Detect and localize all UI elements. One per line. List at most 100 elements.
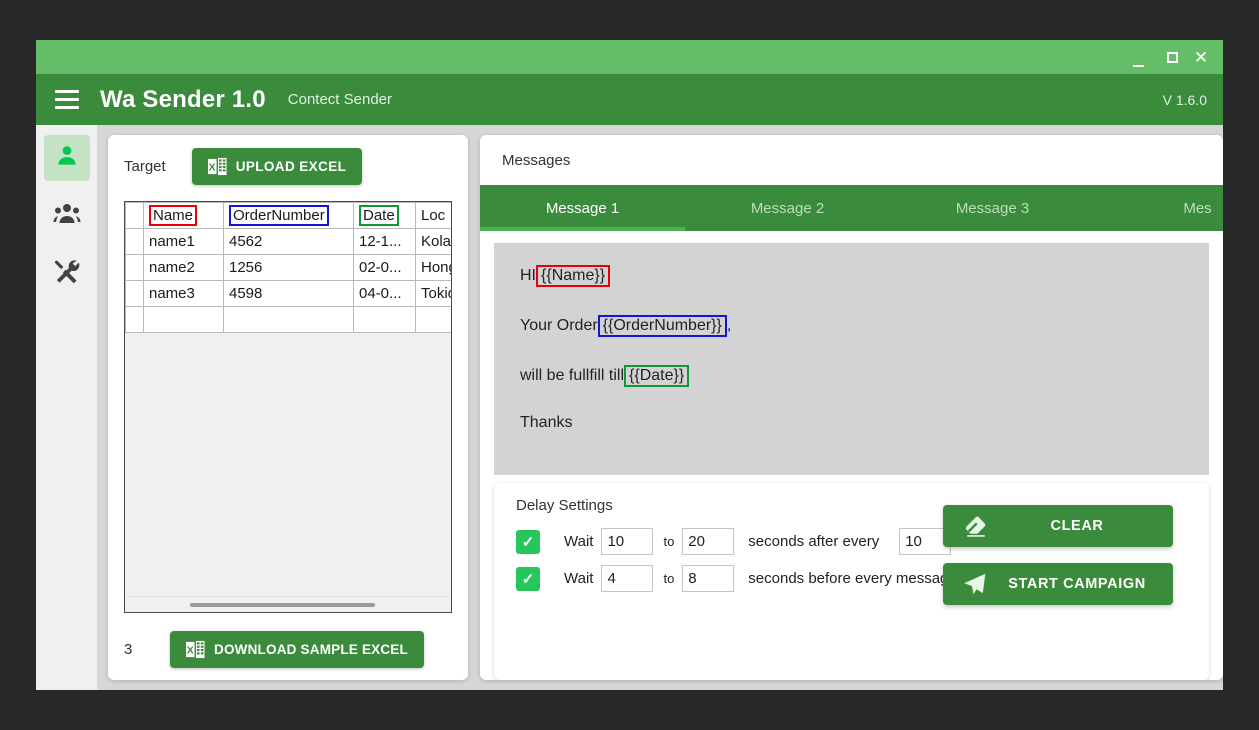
table-row-empty[interactable]	[126, 307, 453, 333]
column-header-location[interactable]: Loc	[416, 203, 453, 229]
contact-icon	[54, 143, 80, 174]
table-horizontal-scrollbar[interactable]	[125, 596, 451, 612]
messages-panel: Messages Message 1 Message 2 Message 3 M…	[480, 135, 1223, 680]
hamburger-menu-icon[interactable]	[36, 74, 98, 125]
order-text: Your Order	[520, 318, 598, 334]
target-panel: Target X	[108, 135, 468, 680]
cell-ordernumber[interactable]: 4562	[224, 229, 354, 255]
tab-message-1[interactable]: Message 1	[480, 185, 685, 231]
cell-ordernumber[interactable]: 4598	[224, 281, 354, 307]
sidebar-item-group[interactable]	[44, 193, 90, 239]
column-header-date-label: Date	[359, 205, 399, 226]
excel-file-icon: X	[186, 640, 205, 659]
row-selector-cell[interactable]	[126, 307, 144, 333]
cell-location[interactable]	[416, 307, 453, 333]
wait-label-2: Wait	[564, 570, 593, 587]
table-row[interactable]: name2 1256 02-0... Hong	[126, 255, 453, 281]
table-row[interactable]: name3 4598 04-0... Tokio	[126, 281, 453, 307]
tab-message-2-label: Message 2	[751, 200, 824, 217]
delay-settings-card: Delay Settings ✓ Wait to seconds after e…	[494, 483, 1209, 680]
tools-icon	[53, 258, 81, 291]
cell-date[interactable]: 04-0...	[354, 281, 416, 307]
tab-message-3[interactable]: Message 3	[890, 185, 1095, 231]
clear-button[interactable]: CLEAR	[943, 505, 1173, 547]
table-empty-area	[125, 333, 451, 596]
column-header-location-label: Loc	[421, 207, 445, 224]
check-icon: ✓	[522, 570, 535, 588]
table-header-row: Name OrderNumber Date Loc	[126, 203, 453, 229]
to-label-2: to	[663, 571, 674, 586]
tab-message-4-label: Mes	[1183, 200, 1211, 217]
column-header-date[interactable]: Date	[354, 203, 416, 229]
target-panel-header: Target X	[124, 149, 452, 183]
message-tabs: Message 1 Message 2 Message 3 Mes	[480, 185, 1223, 231]
cell-date[interactable]: 12-1...	[354, 229, 416, 255]
tab-message-3-label: Message 3	[956, 200, 1029, 217]
message-line-order: Your Order {{OrderNumber}} ,	[520, 315, 1183, 337]
start-campaign-button-label: START CAMPAIGN	[1007, 576, 1173, 592]
target-label: Target	[124, 158, 166, 175]
target-table-container[interactable]: Name OrderNumber Date Loc	[124, 201, 452, 613]
cell-location[interactable]: Kola	[416, 229, 453, 255]
delay-after-checkbox[interactable]: ✓	[516, 530, 540, 554]
sidebar-item-tools[interactable]	[44, 251, 90, 297]
to-label-1: to	[663, 534, 674, 549]
delay-after-from-input[interactable]	[601, 528, 653, 555]
column-header-name[interactable]: Name	[144, 203, 224, 229]
column-header-ordernumber-label: OrderNumber	[229, 205, 329, 226]
clear-button-label: CLEAR	[1007, 518, 1173, 534]
svg-text:X: X	[208, 162, 215, 173]
upload-excel-label: UPLOAD EXCEL	[236, 159, 347, 174]
delay-before-to-input[interactable]	[682, 565, 734, 592]
cell-date[interactable]	[354, 307, 416, 333]
cell-name[interactable]	[144, 307, 224, 333]
delay-before-checkbox[interactable]: ✓	[516, 567, 540, 591]
cell-name[interactable]: name3	[144, 281, 224, 307]
header-bar: Wa Sender 1.0 Contect Sender V 1.6.0	[36, 74, 1223, 125]
cell-date[interactable]: 02-0...	[354, 255, 416, 281]
cell-ordernumber[interactable]	[224, 307, 354, 333]
placeholder-token-name: {{Name}}	[536, 265, 610, 287]
messages-label: Messages	[480, 135, 1223, 185]
cell-location[interactable]: Hong	[416, 255, 453, 281]
application-window: ✕ Wa Sender 1.0 Contect Sender V 1.6.0	[36, 40, 1223, 690]
row-selector-cell[interactable]	[126, 229, 144, 255]
cell-ordernumber[interactable]: 1256	[224, 255, 354, 281]
cell-name[interactable]: name1	[144, 229, 224, 255]
start-campaign-button[interactable]: START CAMPAIGN	[943, 563, 1173, 605]
cell-name[interactable]: name2	[144, 255, 224, 281]
column-header-ordernumber[interactable]: OrderNumber	[224, 203, 354, 229]
cell-location[interactable]: Tokio	[416, 281, 453, 307]
sidebar-icon-rail	[36, 125, 98, 690]
row-selector-header	[126, 203, 144, 229]
tab-message-4[interactable]: Mes	[1095, 185, 1223, 231]
close-button[interactable]: ✕	[1189, 40, 1223, 74]
order-suffix: ,	[727, 318, 731, 334]
app-subtitle: Contect Sender	[288, 91, 392, 108]
thanks-text: Thanks	[520, 415, 572, 431]
download-sample-excel-button[interactable]: X DOWNLOAD SAMPLE EXCEL	[170, 631, 424, 668]
check-icon: ✓	[522, 533, 535, 551]
tab-message-2[interactable]: Message 2	[685, 185, 890, 231]
tab-message-1-label: Message 1	[546, 200, 619, 217]
wait-label-1: Wait	[564, 533, 593, 550]
delay-before-from-input[interactable]	[601, 565, 653, 592]
download-sample-excel-label: DOWNLOAD SAMPLE EXCEL	[214, 642, 408, 657]
delay-after-to-input[interactable]	[682, 528, 734, 555]
message-line-thanks: Thanks	[520, 415, 1183, 431]
message-editor[interactable]: HI {{Name}} Your Order {{OrderNumber}} ,…	[494, 243, 1209, 475]
row-selector-cell[interactable]	[126, 281, 144, 307]
table-row[interactable]: name1 4562 12-1... Kola	[126, 229, 453, 255]
group-icon	[53, 202, 81, 231]
row-selector-cell[interactable]	[126, 255, 144, 281]
action-buttons: CLEAR START CAMPAIGN	[943, 505, 1173, 605]
upload-excel-button[interactable]: X UPLOAD EXCEL	[192, 148, 363, 185]
excel-file-icon: X	[208, 157, 227, 176]
placeholder-token-ordernumber: {{OrderNumber}}	[598, 315, 727, 337]
minimize-button[interactable]	[1121, 40, 1155, 74]
column-header-name-label: Name	[149, 205, 197, 226]
maximize-button[interactable]	[1155, 40, 1189, 74]
app-version-label: V 1.6.0	[1163, 92, 1207, 108]
sidebar-item-contact[interactable]	[44, 135, 90, 181]
scrollbar-thumb[interactable]	[190, 603, 375, 607]
